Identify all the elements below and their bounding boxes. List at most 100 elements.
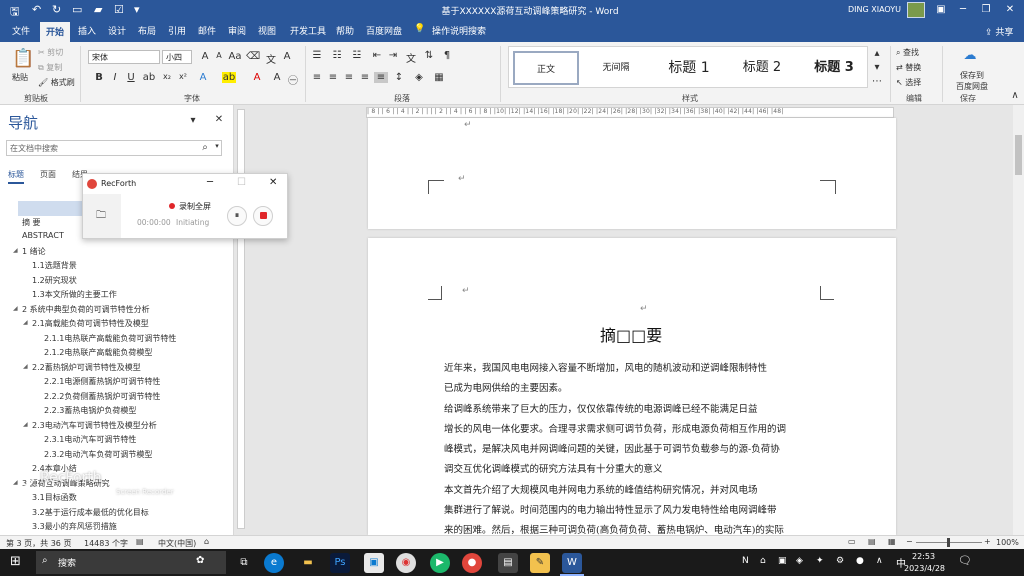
style-normal[interactable]: 正文 <box>513 51 579 85</box>
tab-view[interactable]: 视图 <box>258 24 276 37</box>
word-count[interactable]: 14483 个字 <box>84 538 128 549</box>
notification-icon[interactable]: 🗨 <box>958 554 972 567</box>
tray-app-icon[interactable]: ◈ <box>796 556 803 566</box>
tray-app-icon[interactable]: ▣ <box>778 556 787 566</box>
redo-icon[interactable]: ↻ <box>52 3 61 16</box>
nav-heading-item[interactable]: 2.2.3蓄热电锅炉负荷模型 <box>0 404 234 419</box>
collapse-ribbon-icon[interactable]: ∧ <box>1008 90 1022 101</box>
new-doc-icon[interactable]: ▭ <box>72 3 82 16</box>
nav-heading-item[interactable]: ◢ 2.3电动汽车可调节特性及模型分析 <box>0 419 234 434</box>
numbering-icon[interactable]: ☷ <box>330 50 344 61</box>
user-name[interactable]: DING XIAOYU <box>848 5 901 14</box>
search-dropdown-icon[interactable]: ▾ <box>210 142 224 150</box>
language[interactable]: 中文(中国) <box>158 538 196 549</box>
font-color-icon[interactable]: A <box>250 72 264 83</box>
align-center-icon[interactable]: ≡ <box>326 72 340 83</box>
collapse-triangle-icon[interactable]: ◢ <box>23 319 28 326</box>
windows-start-icon[interactable]: ⊞ <box>10 554 21 569</box>
bullets-icon[interactable]: ☰ <box>310 50 324 61</box>
grow-font-icon[interactable]: A <box>198 51 212 62</box>
record-mode[interactable]: 录制全屏 <box>179 201 211 212</box>
page-count[interactable]: 第 3 页，共 36 页 <box>6 538 71 549</box>
tell-me-search[interactable]: 操作说明搜索 <box>432 24 486 37</box>
nav-heading-item[interactable]: 2.2.2负荷侧蓄热锅炉可调节特性 <box>0 390 234 405</box>
clear-format-icon[interactable]: ⌫ <box>246 51 260 62</box>
chrome-icon[interactable]: ◉ <box>396 553 416 573</box>
checkbox-icon[interactable]: ☑ <box>114 3 124 16</box>
tab-developer[interactable]: 开发工具 <box>290 24 326 37</box>
char-border-icon[interactable]: A <box>280 51 294 62</box>
vertical-scrollbar[interactable] <box>1013 105 1024 535</box>
nav-heading-item[interactable]: 1.3本文所做的主要工作 <box>0 288 234 303</box>
customize-qa-icon[interactable]: ▾ <box>134 3 140 16</box>
highlight-icon[interactable]: ab <box>222 72 236 83</box>
nav-close-icon[interactable]: ✕ <box>212 114 226 125</box>
show-marks-icon[interactable]: ¶ <box>440 50 454 61</box>
collapse-triangle-icon[interactable]: ◢ <box>23 421 28 428</box>
rf-close-button[interactable]: ✕ <box>269 177 277 188</box>
nav-heading-item[interactable]: 2.3.2电动汽车负荷可调节模型 <box>0 448 234 463</box>
close-button[interactable]: ✕ <box>999 2 1021 18</box>
nav-heading-item[interactable]: ◢ 1 绪论 <box>0 245 234 260</box>
increase-indent-icon[interactable]: ⇥ <box>386 50 400 61</box>
paste-icon[interactable]: 📋 <box>12 48 34 69</box>
collapse-triangle-icon[interactable]: ◢ <box>13 305 18 312</box>
select-button[interactable]: ↖ 选择 <box>896 77 921 88</box>
baidu-cloud-icon[interactable]: ☁ <box>960 48 980 63</box>
nav-heading-item[interactable]: 2.2.1电源侧蓄热锅炉可调节特性 <box>0 375 234 390</box>
save-to-baidu-button[interactable]: 保存到 百度网盘 <box>952 70 992 92</box>
body-line[interactable]: 峰模式，是解决风电并网调峰问题的关键，因此基于可调节负载参与的源-负荷协 <box>444 441 824 455</box>
tray-app-icon[interactable]: N <box>742 556 749 566</box>
minimize-button[interactable]: ─ <box>952 2 974 18</box>
nav-heading-item[interactable]: ◢ 2.2蓄热锅炉可调节特性及模型 <box>0 361 234 376</box>
shrink-font-icon[interactable]: A <box>212 51 226 60</box>
edge-icon[interactable]: e <box>264 553 284 573</box>
tray-app-icon[interactable]: ⌂ <box>760 556 766 566</box>
zoom-level[interactable]: 100% <box>996 538 1019 547</box>
style-heading-3[interactable]: 标题 3 <box>799 51 869 85</box>
body-line[interactable]: 集群进行了解说。时间范围内的电力输出特性显示了风力发电特性给电网调峰带 <box>444 502 824 516</box>
tray-app-icon[interactable]: ✦ <box>816 556 824 566</box>
nav-heading-item[interactable]: 2.1.2电热联产高载能负荷模型 <box>0 346 234 361</box>
text-effects-icon[interactable]: A <box>196 72 210 83</box>
paste-button[interactable]: 粘贴 <box>12 72 28 83</box>
read-mode-icon[interactable]: ▭ <box>848 537 856 546</box>
style-no-spacing[interactable]: 无间隔 <box>583 51 649 85</box>
stop-button[interactable] <box>253 206 273 226</box>
body-line[interactable]: 增长的风电一体化要求。合理寻求需求侧可调节负荷，形成电源负荷相互作用的调 <box>444 421 824 435</box>
file-explorer-icon[interactable]: ▬ <box>298 553 318 573</box>
pause-button[interactable]: ⏸ <box>227 206 247 226</box>
body-line[interactable]: 近年来，我国风电电网接入容量不断增加，风电的随机波动和逆调峰限制特性 <box>444 360 824 374</box>
tab-review[interactable]: 审阅 <box>228 24 246 37</box>
folder-icon[interactable]: ▰ <box>94 3 102 16</box>
task-view-icon[interactable]: ⧉ <box>234 553 254 573</box>
proofing-icon[interactable]: ▤ <box>136 537 144 546</box>
zoom-in-button[interactable]: + <box>984 537 991 546</box>
share-button[interactable]: ⇪ 共享 <box>985 25 1013 38</box>
multilevel-list-icon[interactable]: ☳ <box>350 50 364 61</box>
zoom-out-button[interactable]: − <box>906 537 913 546</box>
restore-button[interactable]: ❐ <box>975 2 997 18</box>
tab-home[interactable]: 开始 <box>40 22 71 42</box>
show-hidden-icons[interactable]: ∧ <box>876 556 883 566</box>
tab-baidu[interactable]: 百度网盘 <box>366 24 402 37</box>
nav-heading-item[interactable]: 2.1.1电热联产高载能负荷可调节特性 <box>0 332 234 347</box>
document-heading[interactable]: 摘□□要 <box>600 322 662 346</box>
zoom-thumb[interactable] <box>947 538 950 547</box>
accessibility-icon[interactable]: ⌂ <box>204 537 209 546</box>
tray-app-icon[interactable]: ● <box>856 556 864 566</box>
styles-scroll-down-icon[interactable]: ▾ <box>870 62 884 73</box>
style-heading-1[interactable]: 标题 1 <box>653 51 725 85</box>
nav-search-input[interactable]: 在文档中搜索 <box>6 140 222 156</box>
rf-minimize-button[interactable]: ─ <box>207 177 213 188</box>
enclose-char-icon[interactable]: ㊀ <box>286 72 300 87</box>
body-line[interactable]: 调交互优化调峰模式的研究方法具有十分重大的意义 <box>444 461 824 475</box>
copy-button[interactable]: ⧉ 复制 <box>38 62 62 73</box>
tab-mailings[interactable]: 邮件 <box>198 24 216 37</box>
line-spacing-icon[interactable]: ↕ <box>392 72 406 83</box>
tray-app-icon[interactable]: ⚙ <box>836 556 844 566</box>
recforth-taskbar-icon[interactable]: ● <box>462 553 482 573</box>
undo-icon[interactable]: ↶ <box>32 3 41 16</box>
shading-icon[interactable]: ◈ <box>412 72 426 83</box>
decrease-indent-icon[interactable]: ⇤ <box>370 50 384 61</box>
